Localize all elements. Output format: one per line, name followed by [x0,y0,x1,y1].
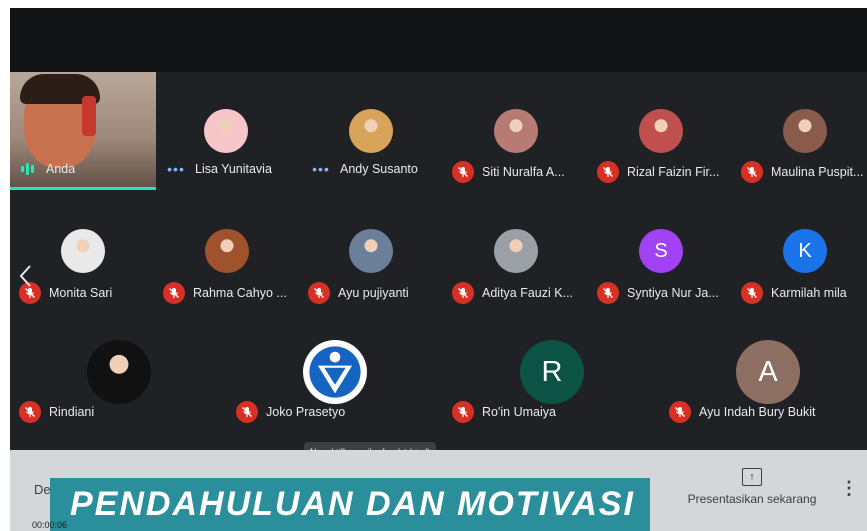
participant-name-row: Ayu pujiyanti [308,282,409,304]
participant-name: Lisa Yunitavia [195,162,272,176]
chevron-left-icon[interactable] [18,264,32,288]
video-grid: Anda ••• Lisa Yunitavia ••• Andy Susanto Sit… [10,8,867,450]
participant-name: Maulina Puspit... [771,165,864,179]
mic-off-icon [669,401,691,423]
participant-name-row: Aditya Fauzi K... [452,282,573,304]
participant-name-row: ••• Andy Susanto [310,161,418,177]
mic-off-icon [452,161,474,183]
meeting-details-label[interactable]: De [34,482,51,497]
avatar [349,109,393,153]
participant-name-row: Rizal Faizin Fir... [597,161,719,183]
participant-name-row: Syntiya Nur Ja... [597,282,719,304]
top-bar [10,8,867,72]
avatar-letter: R [541,355,563,388]
avatar [783,109,827,153]
audio-level-icon [16,163,38,175]
letter-avatar: A [736,340,800,404]
avatar [87,340,151,404]
self-name: Anda [46,162,76,176]
active-speaker-underline [10,187,156,190]
mic-off-icon [452,401,474,423]
mic-off-icon [308,282,330,304]
avatar-letter: K [798,239,812,262]
participant-name: Ayu pujiyanti [338,286,409,300]
participant-name: Rizal Faizin Fir... [627,165,720,179]
letter-avatar: R [520,340,584,404]
avatar [204,109,248,153]
avatar [349,229,393,273]
avatar [639,109,683,153]
participant-name-row: Joko Prasetyo [236,401,345,423]
present-upload-icon: ↑ [742,468,762,486]
participant-name-row: Monita Sari [19,282,112,304]
avatar-letter: S [654,239,668,262]
mic-off-icon [597,161,619,183]
mic-off-icon [19,401,41,423]
participant-name-row: ••• Lisa Yunitavia [165,161,272,177]
participant-name: Aditya Fauzi K... [482,286,574,300]
presentation-banner: PENDAHULUAN DAN MOTIVASI [50,478,650,531]
logo-icon [304,341,366,403]
avatar [205,229,249,273]
mic-off-icon [236,401,258,423]
logo-avatar [303,340,367,404]
more-vert-icon[interactable]: ⋮ [840,478,858,499]
participant-name: Rindiani [49,405,95,419]
participant-name: Karmilah mila [771,286,847,300]
self-video-tile[interactable]: Anda [10,72,156,190]
mic-off-icon [163,282,185,304]
participant-name: Andy Susanto [340,162,418,176]
mic-off-icon [452,282,474,304]
mic-off-icon [741,282,763,304]
participant-name-row: Ayu Indah Bury Bukit [669,401,816,423]
participant-name-row: Rindiani [19,401,94,423]
avatar-letter: A [758,355,778,388]
bottom-control-bar: De PENDAHULUAN DAN MOTIVASI 00:00:06 ↑ P… [10,450,867,531]
speaking-dots-icon: ••• [312,161,330,177]
self-name-row: Anda [16,162,75,176]
speaking-dots-icon: ••• [167,161,185,177]
participant-name: Rahma Cahyo ... [193,286,287,300]
video-timer: 00:00:06 [32,520,68,530]
participant-name-row: Ro'in Umaiya [452,401,556,423]
participant-name-row: Rahma Cahyo ... [163,282,287,304]
participant-name-row: Karmilah mila [741,282,847,304]
avatar [61,229,105,273]
participant-name-row: Siti Nuralfa A... [452,161,565,183]
present-now-label: Presentasikan sekarang [687,492,817,506]
participant-name-row: Maulina Puspit... [741,161,863,183]
participant-name: Monita Sari [49,286,113,300]
participant-name: Syntiya Nur Ja... [627,286,719,300]
avatar [494,109,538,153]
letter-avatar: K [783,229,827,273]
participant-name: Ayu Indah Bury Bukit [699,405,816,419]
banner-text: PENDAHULUAN DAN MOTIVASI [70,485,635,523]
letter-avatar: S [639,229,683,273]
self-headphone [82,96,96,136]
present-now-button[interactable]: ↑ Presentasikan sekarang [682,468,822,506]
avatar [494,229,538,273]
mic-off-icon [597,282,619,304]
participant-name: Joko Prasetyo [266,405,346,419]
participant-name: Siti Nuralfa A... [482,165,565,179]
mic-off-icon [741,161,763,183]
participant-name: Ro'in Umaiya [482,405,556,419]
